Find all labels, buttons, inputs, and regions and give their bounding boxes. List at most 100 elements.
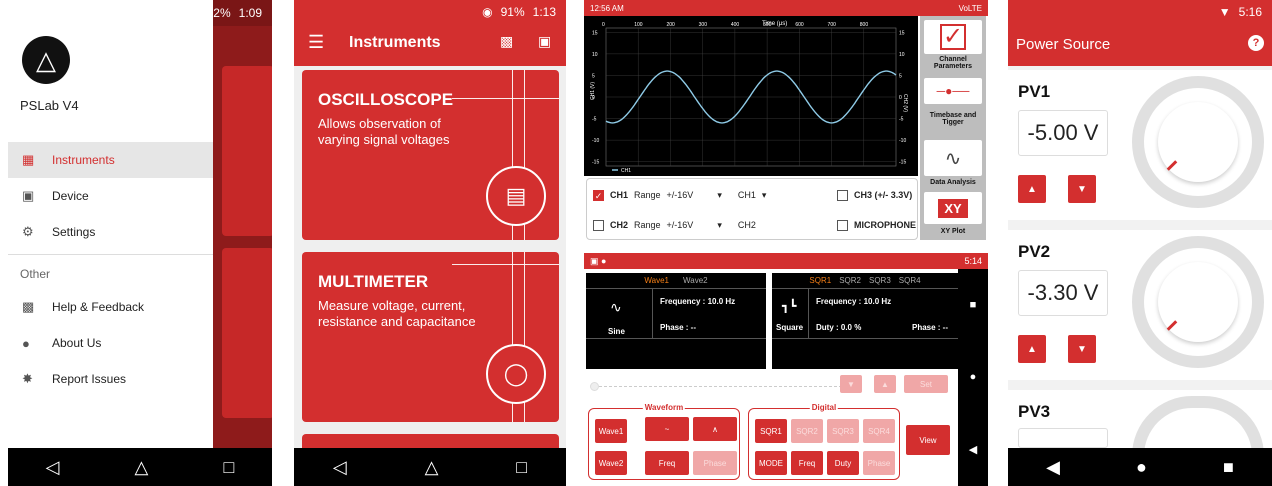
increase-button[interactable]: ▲ <box>1018 175 1046 203</box>
ch2-checkbox[interactable] <box>593 219 604 231</box>
recents-icon[interactable]: □ <box>516 457 527 478</box>
sine-icon: ∿ <box>944 147 962 170</box>
device-status-icon[interactable]: ▩ <box>500 33 513 50</box>
xy-plot-button[interactable]: XY <box>924 192 982 224</box>
mode-button[interactable]: MODE <box>755 451 787 475</box>
drawer-header: △ PSLab V4 <box>8 0 213 142</box>
home-icon[interactable]: △ <box>135 457 149 478</box>
drawer-screen: ◉ 92% 1:09 △ PSLab V4 ▦Instruments ▣Devi… <box>8 0 272 486</box>
recents-icon[interactable]: □ <box>224 457 235 478</box>
knob-center[interactable] <box>1158 262 1238 342</box>
drawer-item-device[interactable]: ▣ Device <box>8 178 213 214</box>
increase-button[interactable]: ▲ <box>1018 335 1046 363</box>
tab-sqr2[interactable]: SQR2 <box>839 276 861 285</box>
y-axis-left-label: CH1 (V) <box>590 82 596 100</box>
back-icon[interactable]: ◀ <box>1046 457 1060 478</box>
frequency-value: Frequency : 10.0 Hz <box>660 297 736 306</box>
timebase-trigger-button[interactable]: ─●── <box>924 78 982 104</box>
menu-icon[interactable]: ☰ <box>308 32 324 53</box>
channel-name: PV1 <box>1018 82 1051 101</box>
knob-center[interactable] <box>1158 102 1238 182</box>
sqr2-button[interactable]: SQR2 <box>791 419 823 443</box>
tab-sqr3[interactable]: SQR3 <box>869 276 891 285</box>
home-icon[interactable]: △ <box>425 457 439 478</box>
drawer-item-label: Report Issues <box>52 372 127 386</box>
wave2-button[interactable]: Wave2 <box>595 451 627 475</box>
dropdown-arrow-icon[interactable]: ▾ <box>762 190 767 201</box>
group-label: Digital <box>809 403 839 412</box>
status-bar: ▼ 5:16 <box>1008 0 1272 24</box>
channel-parameters-button[interactable]: ✓ <box>924 20 982 54</box>
sqr4-button[interactable]: SQR4 <box>863 419 895 443</box>
y-tick-label: 10 <box>592 52 598 58</box>
sine-icon: ∿ <box>610 299 622 315</box>
drawer-item-settings[interactable]: ⚙ Settings <box>8 214 213 250</box>
data-analysis-button[interactable]: ∿ <box>924 140 982 176</box>
info-icon: ● <box>22 335 30 351</box>
gear-icon: ⚙ <box>22 224 34 239</box>
y-tick-label: 10 <box>899 52 905 58</box>
dropdown-arrow-icon[interactable]: ▾ <box>717 190 722 201</box>
view-button[interactable]: View <box>906 425 950 455</box>
tab-wave1[interactable]: Wave1 <box>644 276 669 285</box>
home-icon[interactable]: ● <box>970 371 977 383</box>
phase-button[interactable]: Phase <box>693 451 737 475</box>
drawer-item-instruments[interactable]: ▦ Instruments <box>8 142 213 178</box>
decrement-button[interactable]: ▼ <box>840 375 862 393</box>
decrease-button[interactable]: ▼ <box>1068 175 1096 203</box>
device-icon[interactable]: ▣ <box>538 33 551 50</box>
triangle-wave-button[interactable]: ∧ <box>693 417 737 441</box>
slider-thumb[interactable] <box>590 382 599 391</box>
tab-sqr4[interactable]: SQR4 <box>899 276 921 285</box>
drawer-item-report[interactable]: ✸ Report Issues <box>8 361 213 397</box>
decrease-button[interactable]: ▼ <box>1068 335 1096 363</box>
group-label: Waveform <box>642 403 686 412</box>
pv1-card: PV1 -5.00 V ▲ ▼ <box>1008 70 1272 220</box>
signal-icon: ▼ <box>1218 5 1231 19</box>
clock: 1:09 <box>238 6 262 20</box>
back-icon[interactable]: ◀ <box>969 443 977 456</box>
drawer-item-about[interactable]: ● About Us <box>8 325 213 361</box>
digital-tabs: SQR1 SQR2 SQR3 SQR4 <box>772 273 958 287</box>
duty-button[interactable]: Duty <box>827 451 859 475</box>
mic-checkbox[interactable] <box>837 219 848 231</box>
sqr3-button[interactable]: SQR3 <box>827 419 859 443</box>
oscilloscope-plot[interactable]: 0 100 200 300 400 500 600 700 800 151050-5-10-15… <box>584 16 918 176</box>
freq-button[interactable]: Freq <box>645 451 689 475</box>
recents-icon[interactable]: ■ <box>1223 457 1234 478</box>
help-icon[interactable]: ? <box>1248 35 1264 51</box>
ch1-checkbox[interactable]: ✓ <box>593 189 604 201</box>
tab-sqr1[interactable]: SQR1 <box>809 276 831 285</box>
back-icon[interactable]: ◁ <box>333 457 347 478</box>
recents-icon[interactable]: ■ <box>970 299 977 311</box>
sqr1-button[interactable]: SQR1 <box>755 419 787 443</box>
increment-button[interactable]: ▲ <box>874 375 896 393</box>
sine-wave-button[interactable]: ~ <box>645 417 689 441</box>
oscilloscope-card[interactable]: OSCILLOSCOPE Allows observation of varyi… <box>302 70 559 240</box>
home-icon[interactable]: ● <box>1136 457 1147 478</box>
voltage-knob[interactable] <box>1132 396 1264 456</box>
multimeter-card[interactable]: MULTIMETER Measure voltage, current, res… <box>302 252 559 422</box>
ch3-checkbox[interactable] <box>837 189 848 201</box>
ch2-range-select[interactable]: +/-16V <box>667 220 694 230</box>
dropdown-arrow-icon[interactable]: ▾ <box>717 220 722 231</box>
wave1-button[interactable]: Wave1 <box>595 419 627 443</box>
freq-button[interactable]: Freq <box>791 451 823 475</box>
y-tick-label: -10 <box>592 138 599 144</box>
back-icon[interactable]: ◁ <box>46 457 60 478</box>
clock: 5:16 <box>1238 5 1262 19</box>
plot-grid <box>605 27 897 167</box>
phase-button[interactable]: Phase <box>863 451 895 475</box>
value-slider[interactable] <box>594 386 842 387</box>
device-name: PSLab V4 <box>20 98 79 113</box>
drawer-item-label: Help & Feedback <box>52 300 145 314</box>
android-nav-bar: ■ ● ◀ <box>958 269 988 486</box>
ch3-row: CH3 (+/- 3.3V) <box>837 185 912 205</box>
set-button[interactable]: Set <box>904 375 948 393</box>
decor-line <box>452 98 559 99</box>
tab-wave2[interactable]: Wave2 <box>683 276 708 285</box>
background-card <box>222 66 272 236</box>
drawer-item-help[interactable]: ▩ Help & Feedback <box>8 289 213 325</box>
ch1-range-select[interactable]: +/-16V <box>667 190 694 200</box>
ch1-source-select[interactable]: CH1 <box>738 190 756 200</box>
